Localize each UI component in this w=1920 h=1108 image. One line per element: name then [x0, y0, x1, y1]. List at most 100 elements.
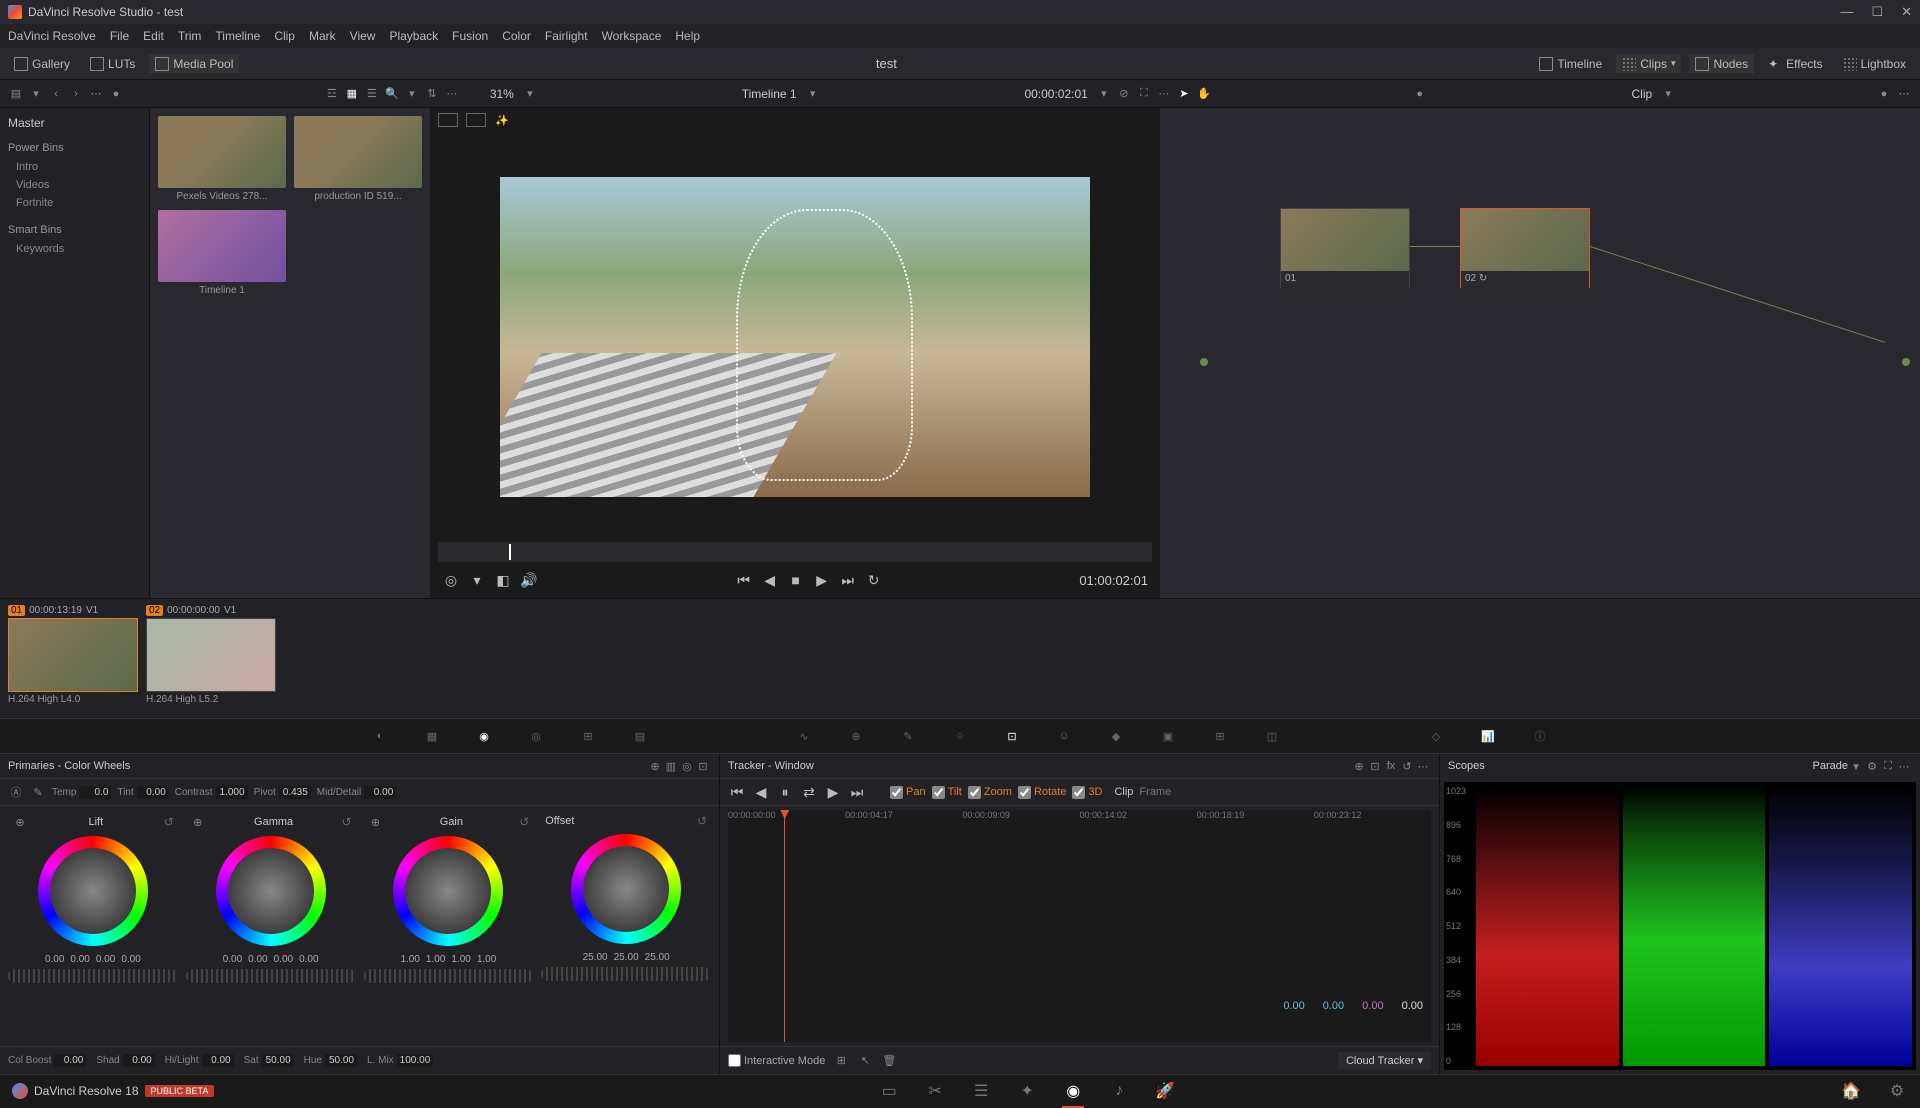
offset-val[interactable]: 25.00 [645, 952, 670, 963]
timeline-button[interactable]: Timeline [1533, 54, 1608, 74]
menu-timeline[interactable]: Timeline [215, 29, 260, 43]
lift-wheel[interactable] [38, 836, 148, 946]
temp-value[interactable]: 0.0 [79, 786, 111, 799]
media-page-icon[interactable]: ▭ [878, 1080, 900, 1102]
more-icon[interactable]: ⋯ [1156, 86, 1172, 102]
timeline-clip[interactable]: 01 00:00:13:19 V1 H.264 High L4.0 [8, 605, 138, 712]
lift-val[interactable]: 0.00 [45, 954, 64, 965]
prev-icon[interactable]: ‹ [48, 86, 64, 102]
bypass-icon[interactable]: ⊘ [1116, 86, 1132, 102]
target-icon[interactable]: ⊕ [647, 758, 663, 774]
timeline-name[interactable]: Timeline 1 [742, 87, 797, 101]
view-thumb-icon[interactable]: ▦ [344, 86, 360, 102]
powerbins-header[interactable]: Power Bins [8, 142, 141, 154]
cut-page-icon[interactable]: ✂ [924, 1080, 946, 1102]
bin-intro[interactable]: Intro [8, 158, 141, 176]
menu-view[interactable]: View [350, 29, 376, 43]
rotate-checkbox[interactable]: Rotate [1018, 786, 1066, 799]
reset-icon[interactable]: ↺ [164, 815, 174, 829]
menu-help[interactable]: Help [675, 29, 700, 43]
timeline-clip[interactable]: 02 00:00:00:00 V1 H.264 High L5.2 [146, 605, 276, 712]
more-icon[interactable]: ⋯ [88, 86, 104, 102]
chevron-down-icon[interactable]: ▾ [1660, 86, 1676, 102]
tracker-type-select[interactable]: Cloud Tracker ▾ [1338, 1052, 1431, 1069]
track-forward-one-button[interactable]: ⏭ [848, 783, 866, 801]
motion-effects-icon[interactable]: ▤ [630, 726, 650, 746]
first-frame-button[interactable]: ⏮ [735, 571, 753, 589]
chevron-down-icon[interactable]: ▾ [1096, 86, 1112, 102]
rgb-mixer-icon[interactable]: ⊞ [578, 726, 598, 746]
gamma-wheel[interactable] [216, 836, 326, 946]
reset-icon[interactable]: ↺ [341, 815, 351, 829]
picker-icon[interactable]: ⊕ [12, 814, 28, 830]
clip-thumb[interactable]: production ID 519... [294, 116, 422, 202]
lmix-value[interactable]: 100.00 [397, 1054, 434, 1067]
expand-icon[interactable]: ⛶ [1136, 86, 1152, 102]
loop-button[interactable]: ↻ [865, 571, 883, 589]
reset-icon[interactable]: ↺ [519, 815, 529, 829]
view-metadata-icon[interactable]: ☲ [324, 86, 340, 102]
track-forward-button[interactable]: ▶ [824, 783, 842, 801]
pointer-icon[interactable]: ↖ [857, 1053, 873, 1069]
viewer-image[interactable] [500, 177, 1090, 497]
target-icon[interactable]: ⊕ [1351, 758, 1367, 774]
fairlight-page-icon[interactable]: ♪ [1108, 1080, 1130, 1102]
lift-val[interactable]: 0.00 [70, 954, 89, 965]
edit-page-icon[interactable]: ☰ [970, 1080, 992, 1102]
warper-icon[interactable]: ⊕ [846, 726, 866, 746]
dot-icon[interactable]: ● [1412, 86, 1428, 102]
hilight-value[interactable]: 0.00 [202, 1054, 234, 1067]
deliver-page-icon[interactable]: 🚀 [1154, 1080, 1176, 1102]
effects-button[interactable]: ✦Effects [1762, 54, 1828, 74]
3d-icon[interactable]: ◫ [1262, 726, 1282, 746]
pivot-value[interactable]: 0.435 [279, 786, 311, 799]
bin-keywords[interactable]: Keywords [8, 240, 141, 258]
menu-davinci[interactable]: DaVinci Resolve [8, 29, 96, 43]
view-list-icon[interactable]: ☰ [364, 86, 380, 102]
source-node-icon[interactable] [1200, 358, 1208, 366]
timeline-thumb[interactable]: Timeline 1 [158, 210, 286, 296]
fusion-page-icon[interactable]: ✦ [1016, 1080, 1038, 1102]
track-both-button[interactable]: ⇄ [800, 783, 818, 801]
dot-icon[interactable]: ● [1876, 86, 1892, 102]
gain-val[interactable]: 1.00 [400, 954, 419, 965]
chevron-down-icon[interactable]: ▾ [805, 86, 821, 102]
offset-jog[interactable] [541, 967, 711, 981]
gain-jog[interactable] [364, 969, 534, 983]
hue-value[interactable]: 50.00 [325, 1054, 357, 1067]
nodes-button[interactable]: Nodes [1689, 54, 1754, 74]
curves-icon[interactable]: ∿ [794, 726, 814, 746]
middetail-value[interactable]: 0.00 [364, 786, 396, 799]
color-match-icon[interactable]: ▦ [422, 726, 442, 746]
dot-icon[interactable]: ● [108, 86, 124, 102]
mute-icon[interactable]: 🔊 [520, 571, 538, 589]
settings-icon[interactable]: ⚙ [1864, 758, 1880, 774]
color-wheels-icon[interactable]: ◉ [474, 726, 494, 746]
chevron-down-icon[interactable]: ▾ [28, 86, 44, 102]
home-icon[interactable]: 🏠 [1840, 1080, 1862, 1102]
search-icon[interactable]: 🔍 [384, 86, 400, 102]
bars-icon[interactable]: ▥ [663, 758, 679, 774]
lift-val[interactable]: 0.00 [96, 954, 115, 965]
gain-val[interactable]: 1.00 [477, 954, 496, 965]
picker-icon[interactable]: ⊕ [368, 814, 384, 830]
smartbins-header[interactable]: Smart Bins [8, 224, 141, 236]
more-icon[interactable]: ⋯ [1896, 86, 1912, 102]
wipe-icon[interactable]: ◧ [494, 571, 512, 589]
contrast-value[interactable]: 1.000 [216, 786, 248, 799]
lightbox-button[interactable]: Lightbox [1837, 54, 1912, 74]
chevron-down-icon[interactable]: ▾ [468, 571, 486, 589]
tracker-graph[interactable]: 00:00:00:00 00:00:04:17 00:00:09:09 00:0… [728, 810, 1431, 1042]
info-icon[interactable]: ⓘ [1530, 726, 1550, 746]
menu-fusion[interactable]: Fusion [452, 29, 488, 43]
blur-icon[interactable]: ◆ [1106, 726, 1126, 746]
tracker-playhead[interactable] [784, 810, 785, 1042]
scopes-icon[interactable]: 📊 [1478, 726, 1498, 746]
playhead[interactable] [509, 544, 511, 560]
prev-frame-button[interactable]: ◀ [761, 571, 779, 589]
corrector-node[interactable]: 01 [1280, 208, 1410, 288]
offset-val[interactable]: 25.00 [614, 952, 639, 963]
track-stop-button[interactable]: ⏸ [776, 783, 794, 801]
3d-checkbox[interactable]: 3D [1072, 786, 1102, 799]
pointer-icon[interactable]: ➤ [1176, 86, 1192, 102]
